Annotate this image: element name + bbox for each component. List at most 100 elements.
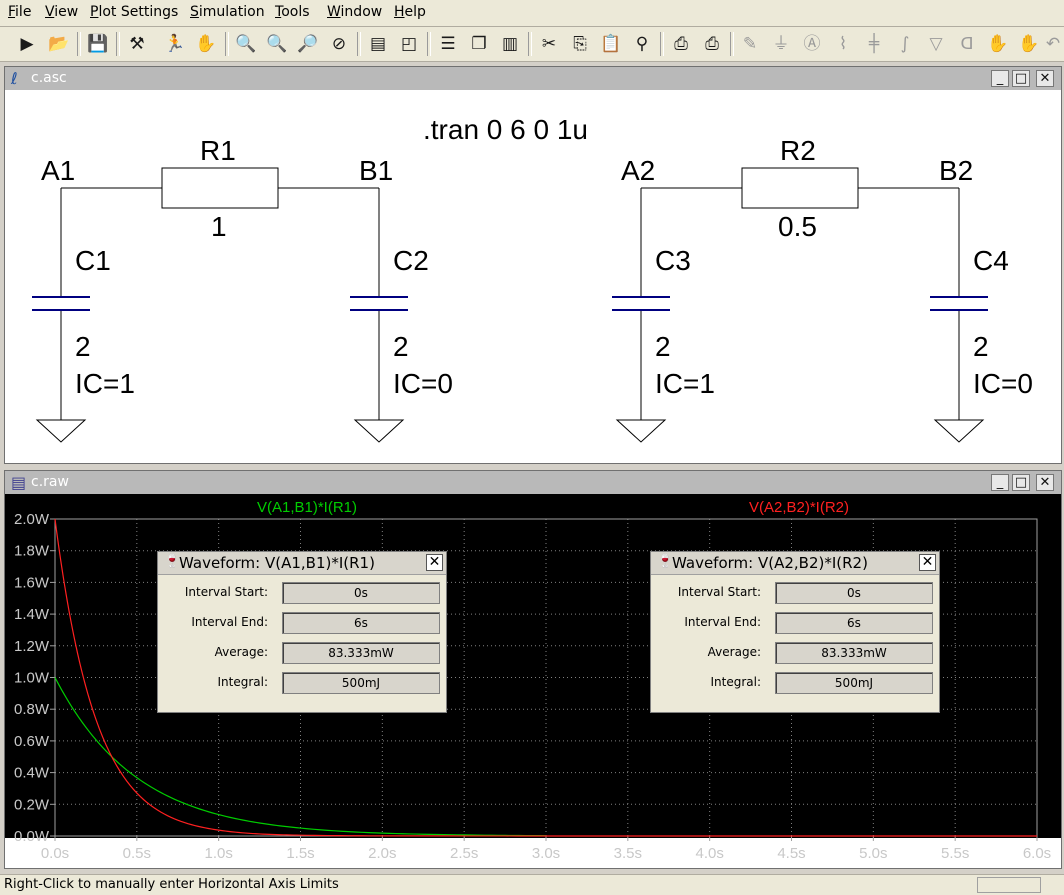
close-button[interactable]: ✕ [1036, 474, 1054, 491]
interval-end-label: Interval End: [191, 615, 268, 629]
capacitor-c1-name: C1 [75, 245, 111, 276]
plot-pane[interactable]: 0.0s 0.5s 1.0s 1.5s 2.0s 2.5s 3.0s 3.5s 4.0s 4.5s… [5, 494, 1061, 862]
minimize-button[interactable]: _ [991, 70, 1009, 87]
close-icon[interactable]: ✕ [919, 554, 936, 571]
toolbar-separator [730, 32, 734, 56]
zoom-area-icon[interactable]: 🔍 [264, 31, 290, 57]
view-fit-icon[interactable]: ◰ [396, 31, 422, 57]
resistor-icon[interactable]: ⌇ [830, 31, 856, 57]
waveform-icon: ▤ [11, 473, 27, 492]
print-icon[interactable]: ⎙ [668, 31, 694, 57]
node-label-b2: B2 [939, 155, 973, 186]
label-icon[interactable]: Ⓐ [799, 31, 825, 57]
waveform-window: ▤ c.raw _ □ ✕ 0.0s 0.5s 1.0s 1.5s 2.0s 2.5s 3.… [4, 470, 1062, 869]
status-text: Right-Click to manually enter Horizontal… [4, 877, 339, 892]
zoom-out-icon[interactable]: 🔎 [295, 31, 321, 57]
zoom-in-icon[interactable]: 🔍 [233, 31, 259, 57]
menu-file[interactable]: File [8, 4, 31, 20]
menu-view[interactable]: View [45, 4, 78, 20]
print-setup-icon[interactable]: ⎙ [699, 31, 725, 57]
interval-start-field[interactable]: 0s [775, 582, 933, 604]
toolbar-separator [427, 32, 431, 56]
undo-icon[interactable]: ↶ [1040, 31, 1064, 57]
ground-icon[interactable]: ⏚ [768, 31, 794, 57]
dialog-titlebar[interactable]: 🍷 Waveform: V(A2,B2)*I(R2) ✕ [651, 552, 939, 575]
y-tick-label: 0.0W [14, 828, 50, 845]
menu-help[interactable]: Help [394, 4, 426, 20]
node-label-a2: A2 [621, 155, 655, 186]
cascade-icon[interactable]: ❐ [466, 31, 492, 57]
y-tick-label: 1.6W [14, 574, 50, 591]
interval-end-field[interactable]: 6s [282, 612, 440, 634]
run-stop-icon[interactable]: 🏃 [162, 31, 188, 57]
save-icon[interactable]: 💾 [85, 31, 111, 57]
close-button[interactable]: ✕ [1036, 70, 1054, 87]
integral-field[interactable]: 500mJ [282, 672, 440, 694]
toolbar-separator [225, 32, 229, 56]
y-tick-label: 0.2W [14, 796, 50, 813]
menu-tools[interactable]: Tools [275, 4, 310, 20]
pan-hand-icon[interactable]: ✋ [193, 31, 219, 57]
inductor-icon[interactable]: ∫ [892, 31, 918, 57]
capacitor-c2-value: 2 [393, 331, 409, 362]
autorange-icon[interactable]: ▤ [365, 31, 391, 57]
drag-hand-icon[interactable]: ✋ [1016, 31, 1042, 57]
integral-field[interactable]: 500mJ [775, 672, 933, 694]
waveform-titlebar[interactable]: ▤ c.raw _ □ ✕ [5, 471, 1061, 494]
zoom-cancel-icon[interactable]: ⊘ [326, 31, 352, 57]
menu-plot-settings[interactable]: Plot Settings [90, 4, 178, 20]
close-icon[interactable]: ✕ [426, 554, 443, 571]
schematic-titlebar[interactable]: ℓ c.asc _ □ ✕ [5, 67, 1061, 90]
waveform-dialog-2: 🍷 Waveform: V(A2,B2)*I(R2) ✕ Interval St… [650, 551, 940, 713]
interval-end-field[interactable]: 6s [775, 612, 933, 634]
paste-icon[interactable]: 📋 [598, 31, 624, 57]
capacitor-c3-name: C3 [655, 245, 691, 276]
node-label-a1: A1 [41, 155, 75, 186]
average-field[interactable]: 83.333mW [282, 642, 440, 664]
average-label: Average: [214, 645, 268, 659]
interval-start-field[interactable]: 0s [282, 582, 440, 604]
run-icon[interactable]: ▶ [14, 31, 40, 57]
y-tick-label: 1.0W [14, 670, 50, 687]
resistor-r1-body [161, 167, 279, 209]
toolbar-separator [357, 32, 361, 56]
status-bar: Right-Click to manually enter Horizontal… [0, 874, 1064, 895]
capacitor-icon[interactable]: ╪ [861, 31, 887, 57]
x-tick-label: 2.0s [368, 845, 396, 862]
cut-icon[interactable]: ✂ [536, 31, 562, 57]
wire-icon[interactable]: ✎ [737, 31, 763, 57]
dialog-title: Waveform: V(A2,B2)*I(R2) [672, 554, 868, 572]
maximize-button[interactable]: □ [1012, 70, 1030, 87]
capacitor-c1-value: 2 [75, 331, 91, 362]
open-icon[interactable]: 📂 [46, 31, 72, 57]
move-hand-icon[interactable]: ✋ [985, 31, 1011, 57]
y-tick-label: 2.0W [14, 511, 50, 528]
y-tick-label: 0.8W [14, 701, 50, 718]
y-tick-label: 1.4W [14, 606, 50, 623]
maximize-button[interactable]: □ [1012, 474, 1030, 491]
menu-window[interactable]: Window [327, 4, 382, 20]
minimize-button[interactable]: _ [991, 474, 1009, 491]
x-tick-label: 4.5s [777, 845, 805, 862]
capacitor-c3-ic: IC=1 [655, 368, 715, 399]
resistor-r2-value: 0.5 [778, 211, 817, 242]
x-tick-label: 0.0s [41, 845, 69, 862]
integral-label: Integral: [217, 675, 268, 689]
tile-horizontal-icon[interactable]: ☰ [435, 31, 461, 57]
control-panel-icon[interactable]: ⚒ [124, 31, 150, 57]
dialog-titlebar[interactable]: 🍷 Waveform: V(A1,B1)*I(R1) ✕ [158, 552, 446, 575]
diode-icon[interactable]: ▽ [923, 31, 949, 57]
trace-label-1: V(A1,B1)*I(R1) [257, 499, 357, 516]
x-tick-label: 5.0s [859, 845, 887, 862]
ground-symbol [933, 419, 985, 443]
y-tick-label: 0.4W [14, 765, 50, 782]
tile-vertical-icon[interactable]: ▥ [497, 31, 523, 57]
copy-icon[interactable]: ⎘ [567, 31, 593, 57]
schematic-canvas[interactable]: .tran 0 6 0 1u A1 B1 A2 B2 R1 1 R2 0.5 C… [5, 90, 1061, 462]
component-icon[interactable]: ᗡ [954, 31, 980, 57]
x-tick-label: 2.5s [450, 845, 478, 862]
average-field[interactable]: 83.333mW [775, 642, 933, 664]
menu-simulation[interactable]: Simulation [190, 4, 265, 20]
node-label-b1: B1 [359, 155, 393, 186]
find-icon[interactable]: ⚲ [629, 31, 655, 57]
